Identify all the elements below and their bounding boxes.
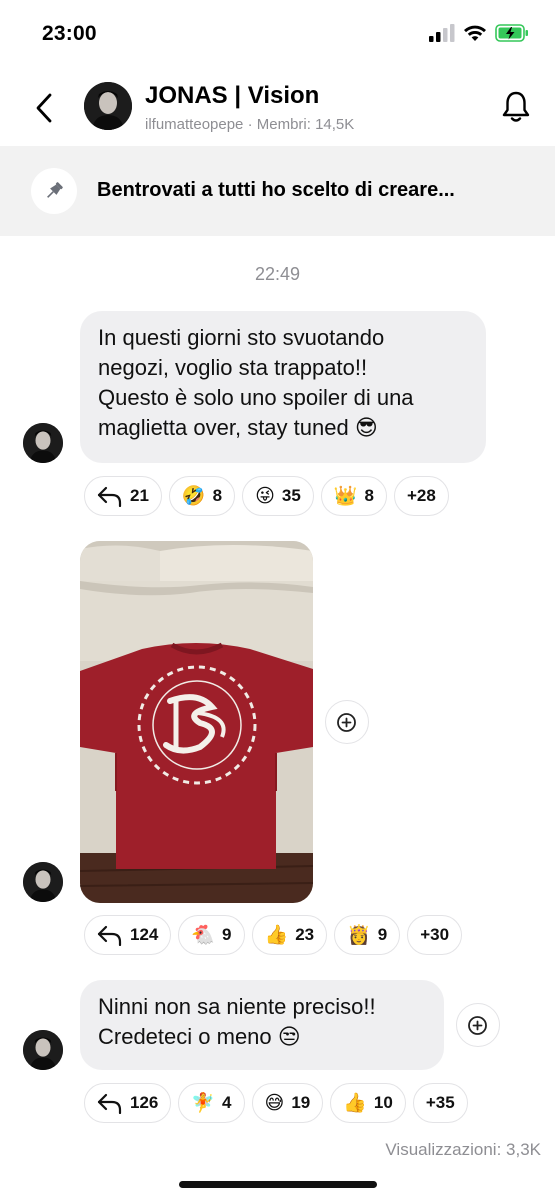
message-photo[interactable] — [80, 541, 313, 903]
reaction-emoji: 👸 — [347, 924, 371, 946]
reply-count: 124 — [130, 925, 159, 944]
reaction-emoji: 😜 — [255, 485, 275, 507]
reply-arrow-icon — [97, 925, 122, 946]
channel-subtitle: ilfumatteopepe · Membri: 14,5K — [145, 116, 354, 133]
reaction-emoji: 👍 — [343, 1092, 367, 1114]
reaction-emoji: 🤣 — [181, 485, 206, 507]
more-reactions-chip[interactable]: +30 — [407, 915, 463, 955]
reaction-count: 8 — [364, 486, 374, 505]
sender-avatar[interactable] — [23, 862, 63, 902]
message-line: Credeteci o meno 😒 — [98, 1024, 301, 1049]
status-time: 23:00 — [42, 22, 97, 45]
channel-title[interactable]: JONAS | Vision — [145, 82, 319, 110]
tshirt-photo-image — [80, 541, 313, 903]
bell-icon — [502, 91, 530, 122]
add-reaction-icon — [468, 1016, 487, 1035]
reply-count: 21 — [130, 486, 149, 505]
members-count: · Membri: 14,5K — [247, 116, 355, 133]
reply-count-button[interactable]: 126 — [84, 1083, 172, 1123]
wifi-icon — [464, 25, 486, 41]
reaction-chip[interactable]: 🧚 4 — [178, 1083, 245, 1123]
pin-badge — [31, 168, 77, 214]
message-line: negozi, voglio sta trappato!! — [98, 355, 368, 380]
add-reaction-button[interactable] — [456, 1003, 500, 1047]
reaction-count: 9 — [377, 925, 388, 944]
more-reactions-chip[interactable]: +28 — [393, 476, 449, 516]
reaction-emoji: 😅 — [264, 1092, 285, 1114]
pinned-message[interactable]: Bentrovati a tutti ho scelto di creare..… — [0, 146, 555, 236]
reaction-chip[interactable]: 😜 35 — [242, 476, 314, 516]
reactions-row: 21 🤣 8 😜 35 👑 8 +28 — [84, 476, 449, 516]
status-icons — [429, 24, 529, 42]
reaction-count: 4 — [222, 1093, 232, 1112]
reaction-count: 19 — [291, 1093, 311, 1112]
message-line: maglietta over, stay tuned 😎 — [98, 415, 378, 440]
more-reactions-count: +35 — [425, 1093, 455, 1112]
reply-count-button[interactable]: 21 — [84, 476, 162, 516]
reaction-count: 23 — [295, 925, 315, 944]
reaction-count: 10 — [373, 1093, 393, 1112]
reaction-count: 8 — [212, 486, 223, 505]
cellular-signal-icon — [429, 24, 455, 42]
reaction-emoji: 👍 — [264, 924, 289, 946]
notifications-button[interactable] — [499, 88, 533, 126]
reaction-chip[interactable]: 🤣 8 — [168, 476, 236, 516]
status-bar: 23:00 — [0, 0, 555, 70]
message-line: Questo è solo uno spoiler di una — [98, 385, 414, 410]
more-reactions-count: +28 — [406, 486, 436, 505]
more-reactions-chip[interactable]: +35 — [412, 1083, 468, 1123]
channel-username: ilfumatteopepe — [145, 116, 244, 133]
pinned-text: Bentrovati a tutti ho scelto di creare..… — [97, 179, 455, 201]
reply-arrow-icon — [97, 486, 122, 507]
message-bubble[interactable]: Ninni non sa niente preciso!! Credeteci … — [80, 980, 444, 1070]
sender-avatar[interactable] — [23, 1030, 63, 1070]
reaction-count: 9 — [222, 925, 232, 944]
reply-count: 126 — [130, 1093, 159, 1112]
reaction-emoji: 👑 — [333, 485, 358, 507]
reaction-chip[interactable]: 🐔 9 — [178, 915, 245, 955]
message-line: Ninni non sa niente preciso!! — [98, 994, 376, 1019]
reaction-chip[interactable]: 👍 10 — [330, 1083, 406, 1123]
pin-icon — [47, 182, 63, 198]
reaction-chip[interactable]: 👍 23 — [251, 915, 328, 955]
reaction-chip[interactable]: 👸 9 — [334, 915, 401, 955]
reactions-row: 126 🧚 4 😅 19 👍 10 +35 — [84, 1083, 468, 1123]
reaction-chip[interactable]: 😅 19 — [251, 1083, 324, 1123]
add-reaction-icon — [337, 713, 356, 732]
reply-arrow-icon — [97, 1093, 122, 1114]
sender-avatar[interactable] — [23, 423, 63, 463]
back-button[interactable] — [28, 90, 60, 126]
reply-count-button[interactable]: 124 — [84, 915, 172, 955]
chat-header: JONAS | Vision ilfumatteopepe · Membri: … — [0, 70, 555, 146]
reaction-chip[interactable]: 👑 8 — [320, 476, 387, 516]
add-reaction-button[interactable] — [325, 700, 369, 744]
reaction-emoji: 🧚 — [191, 1092, 216, 1114]
views-count: Visualizzazioni: 3,3K — [385, 1140, 541, 1159]
battery-charging-icon — [495, 24, 528, 42]
reaction-emoji: 🐔 — [191, 924, 216, 946]
chevron-left-icon — [36, 93, 52, 123]
channel-avatar[interactable] — [84, 82, 132, 130]
message-timestamp: 22:49 — [254, 264, 301, 284]
reactions-row: 124 🐔 9 👍 23 👸 9 +30 — [84, 915, 463, 955]
more-reactions-count: +30 — [420, 925, 450, 944]
home-indicator[interactable] — [179, 1181, 377, 1188]
message-bubble[interactable]: In questi giorni sto svuotando negozi, v… — [80, 311, 486, 463]
message-line: In questi giorni sto svuotando — [98, 325, 385, 350]
reaction-count: 35 — [281, 486, 301, 505]
